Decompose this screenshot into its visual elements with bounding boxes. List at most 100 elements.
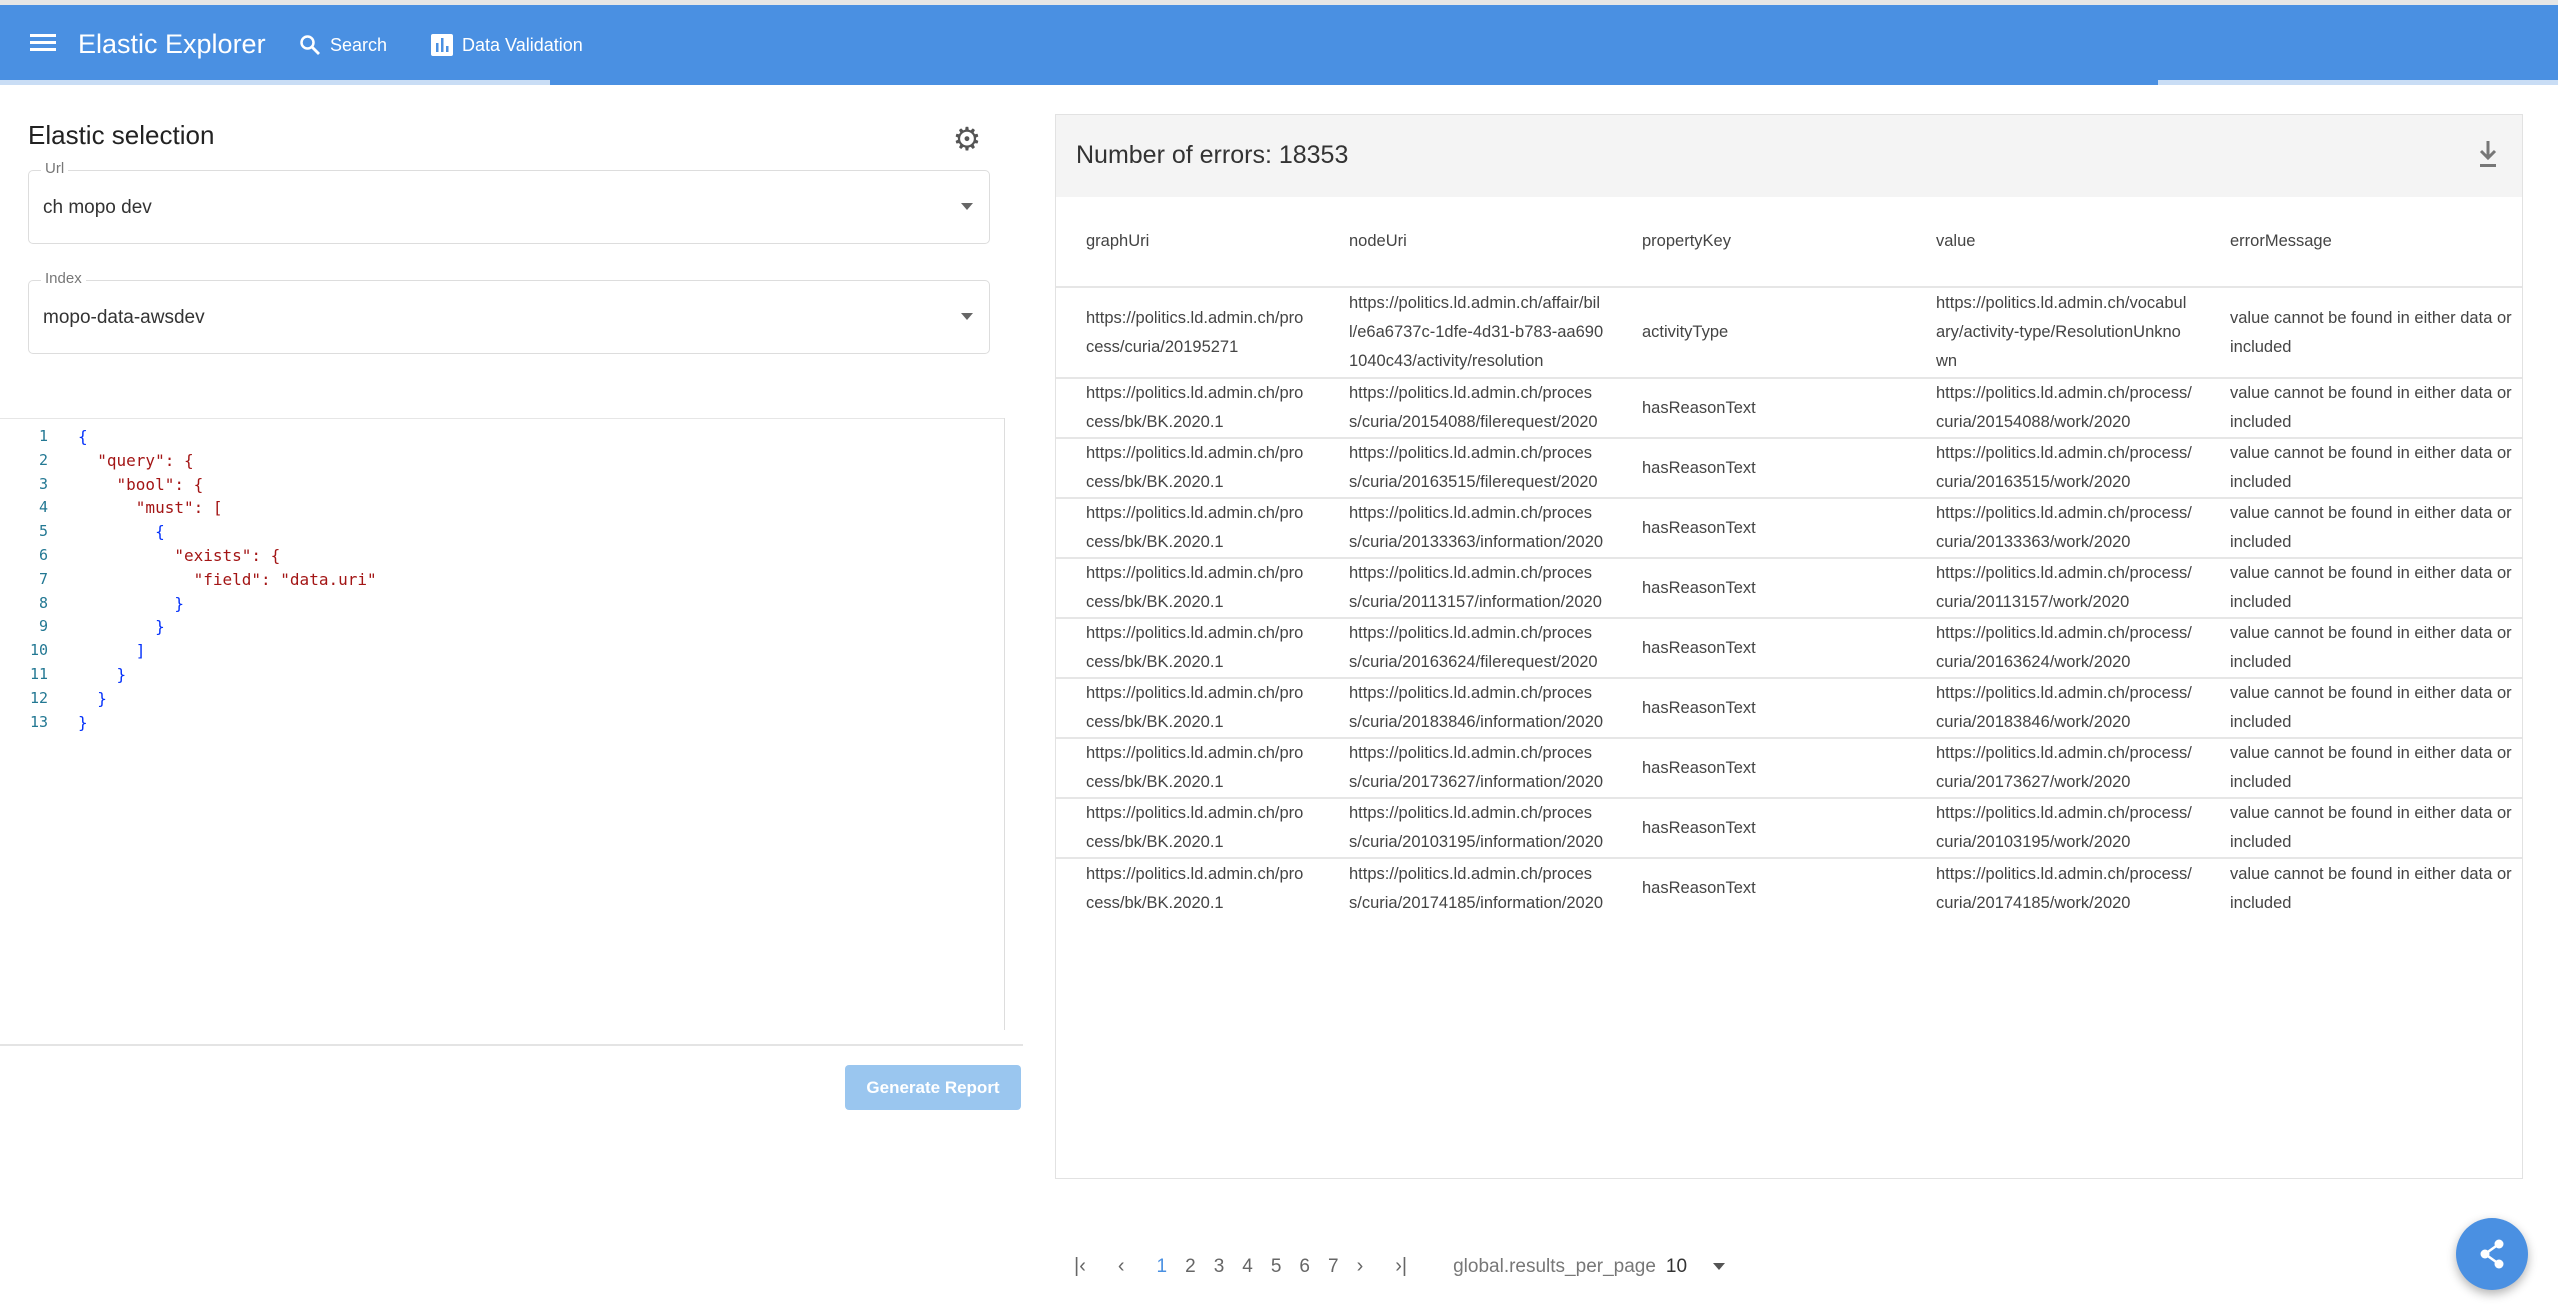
column-header-value[interactable]: value bbox=[1906, 197, 2200, 287]
page-2[interactable]: 2 bbox=[1185, 1256, 1196, 1278]
code-line: ] bbox=[78, 641, 146, 661]
panel-title: Elastic selection bbox=[28, 120, 215, 150]
cell-graphUri: https://politics.ld.admin.ch/process/cur… bbox=[1056, 286, 1319, 378]
table-row[interactable]: https://politics.ld.admin.ch/process/bk/… bbox=[1056, 857, 2522, 918]
line-number: 3 bbox=[38, 474, 48, 493]
bar-chart-icon bbox=[431, 34, 453, 56]
table-row[interactable]: https://politics.ld.admin.ch/process/bk/… bbox=[1056, 617, 2522, 678]
cell-propertyKey: hasReasonText bbox=[1612, 377, 1906, 438]
page-1[interactable]: 1 bbox=[1157, 1256, 1168, 1278]
url-label: Url bbox=[41, 160, 69, 177]
cell-errorMessage: value cannot be found in either data or … bbox=[2200, 797, 2522, 858]
cell-graphUri: https://politics.ld.admin.ch/process/bk/… bbox=[1056, 677, 1319, 738]
last-page-icon[interactable]: ›| bbox=[1395, 1255, 1407, 1278]
cell-nodeUri: https://politics.ld.admin.ch/process/cur… bbox=[1319, 677, 1612, 738]
cell-propertyKey: hasReasonText bbox=[1612, 797, 1906, 858]
cell-propertyKey: hasReasonText bbox=[1612, 617, 1906, 678]
column-header-graphUri[interactable]: graphUri bbox=[1056, 197, 1319, 287]
table-row[interactable]: https://politics.ld.admin.ch/process/bk/… bbox=[1056, 797, 2522, 858]
errors-table: graphUri nodeUri propertyKey value errorMess… bbox=[1056, 197, 2522, 918]
cell-graphUri: https://politics.ld.admin.ch/process/bk/… bbox=[1056, 797, 1319, 858]
cell-errorMessage: value cannot be found in either data or … bbox=[2200, 617, 2522, 678]
code-line: } bbox=[78, 665, 127, 684]
code-line: "field": "data.uri" bbox=[78, 569, 377, 589]
query-editor[interactable]: 1 {2 "query": {3 "bool": {4 "must": [5 {6… bbox=[0, 418, 1004, 1030]
error-count-title: Number of errors: 18353 bbox=[1076, 141, 1349, 169]
page-5[interactable]: 5 bbox=[1271, 1256, 1282, 1278]
page-3[interactable]: 3 bbox=[1214, 1256, 1225, 1278]
next-page-icon[interactable]: › bbox=[1357, 1255, 1364, 1278]
search-icon bbox=[300, 35, 320, 55]
cell-graphUri: https://politics.ld.admin.ch/process/bk/… bbox=[1056, 857, 1319, 918]
generate-report-button[interactable]: Generate Report bbox=[845, 1065, 1021, 1110]
cell-graphUri: https://politics.ld.admin.ch/process/bk/… bbox=[1056, 497, 1319, 558]
line-number: 9 bbox=[38, 617, 48, 636]
code-line: "query": { bbox=[78, 450, 194, 470]
cell-value: https://politics.ld.admin.ch/process/cur… bbox=[1906, 737, 2200, 798]
cell-propertyKey: hasReasonText bbox=[1612, 677, 1906, 738]
line-number: 4 bbox=[38, 498, 48, 517]
code-line: } bbox=[78, 712, 88, 732]
prev-page-icon[interactable]: ‹ bbox=[1118, 1255, 1125, 1278]
code-line: "exists": { bbox=[78, 546, 281, 565]
first-page-icon[interactable]: |‹ bbox=[1074, 1255, 1086, 1278]
nav-label: Data Validation bbox=[462, 34, 583, 55]
code-line: "bool": { bbox=[78, 474, 204, 494]
gear-icon[interactable]: ⚙ bbox=[952, 123, 982, 155]
divider bbox=[0, 1044, 1023, 1046]
cell-errorMessage: value cannot be found in either data or … bbox=[2200, 857, 2522, 918]
cell-errorMessage: value cannot be found in either data or … bbox=[2200, 286, 2522, 378]
per-page-label: global.results_per_page bbox=[1453, 1255, 1656, 1277]
line-number: 12 bbox=[29, 688, 48, 707]
column-header-errorMessage[interactable]: errorMessage bbox=[2200, 197, 2522, 287]
line-number: 13 bbox=[29, 712, 48, 731]
editor-scrollbar[interactable] bbox=[1004, 418, 1005, 1030]
cell-propertyKey: activityType bbox=[1612, 286, 1906, 378]
cell-propertyKey: hasReasonText bbox=[1612, 497, 1906, 558]
code-line: "must": [ bbox=[78, 498, 223, 518]
table-row[interactable]: https://politics.ld.admin.ch/process/cur… bbox=[1056, 286, 2522, 378]
page-7[interactable]: 7 bbox=[1328, 1256, 1339, 1278]
cell-propertyKey: hasReasonText bbox=[1612, 437, 1906, 498]
code-line: } bbox=[78, 688, 107, 708]
page-6[interactable]: 6 bbox=[1299, 1256, 1310, 1278]
cell-nodeUri: https://politics.ld.admin.ch/process/cur… bbox=[1319, 557, 1612, 618]
url-select[interactable]: Url ch mopo dev bbox=[28, 160, 990, 244]
code-line: { bbox=[78, 427, 88, 446]
cell-value: https://politics.ld.admin.ch/vocabulary/… bbox=[1906, 286, 2200, 378]
cell-errorMessage: value cannot be found in either data or … bbox=[2200, 377, 2522, 438]
menu-icon[interactable] bbox=[30, 31, 56, 55]
app-header: Elastic Explorer Search Data Validation bbox=[0, 5, 2558, 85]
table-row[interactable]: https://politics.ld.admin.ch/process/bk/… bbox=[1056, 497, 2522, 558]
column-header-nodeUri[interactable]: nodeUri bbox=[1319, 197, 1612, 287]
url-value: ch mopo dev bbox=[43, 197, 152, 218]
table-row[interactable]: https://politics.ld.admin.ch/process/bk/… bbox=[1056, 737, 2522, 798]
table-row[interactable]: https://politics.ld.admin.ch/process/bk/… bbox=[1056, 557, 2522, 618]
cell-value: https://politics.ld.admin.ch/process/cur… bbox=[1906, 677, 2200, 738]
line-number: 1 bbox=[38, 427, 48, 445]
line-number: 6 bbox=[38, 546, 48, 564]
per-page-select[interactable]: 10 bbox=[1665, 1255, 1726, 1278]
cell-graphUri: https://politics.ld.admin.ch/process/bk/… bbox=[1056, 437, 1319, 498]
index-select[interactable]: Index mopo-data-awsdev bbox=[28, 270, 990, 354]
per-page-value: 10 bbox=[1665, 1255, 1688, 1277]
code-line: } bbox=[78, 617, 165, 637]
table-row[interactable]: https://politics.ld.admin.ch/process/bk/… bbox=[1056, 677, 2522, 738]
share-button[interactable] bbox=[2456, 1218, 2528, 1290]
nav-search[interactable]: Search bbox=[298, 33, 387, 57]
code-line: } bbox=[78, 593, 184, 613]
index-label: Index bbox=[41, 270, 86, 287]
table-row[interactable]: https://politics.ld.admin.ch/process/bk/… bbox=[1056, 437, 2522, 498]
table-row[interactable]: https://politics.ld.admin.ch/process/bk/… bbox=[1056, 377, 2522, 438]
cell-nodeUri: https://politics.ld.admin.ch/process/cur… bbox=[1319, 617, 1612, 678]
cell-errorMessage: value cannot be found in either data or … bbox=[2200, 497, 2522, 558]
cell-propertyKey: hasReasonText bbox=[1612, 857, 1906, 918]
line-number: 10 bbox=[29, 641, 48, 660]
nav-data-validation[interactable]: Data Validation bbox=[430, 33, 583, 57]
column-header-propertyKey[interactable]: propertyKey bbox=[1612, 197, 1906, 287]
line-number: 2 bbox=[38, 450, 48, 469]
line-number: 11 bbox=[29, 665, 48, 683]
download-icon[interactable] bbox=[2476, 139, 2500, 169]
cell-nodeUri: https://politics.ld.admin.ch/affair/bill… bbox=[1319, 286, 1612, 378]
page-4[interactable]: 4 bbox=[1242, 1256, 1253, 1278]
